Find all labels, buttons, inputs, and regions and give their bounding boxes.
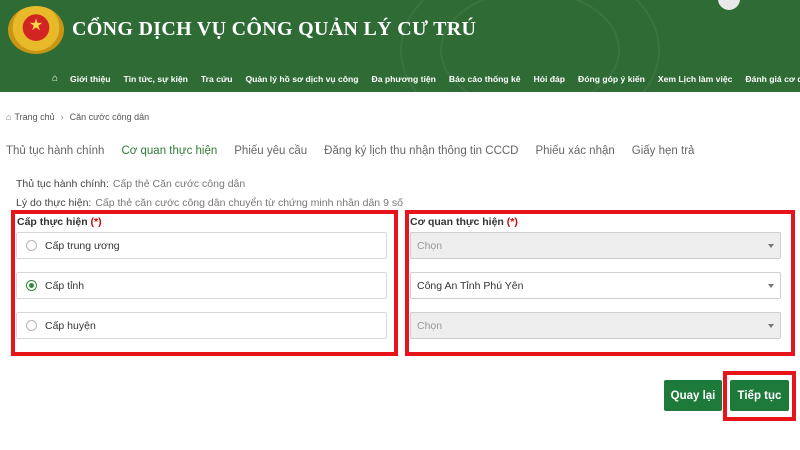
procedure-info: Thủ tục hành chính: Cấp thẻ Căn cước công…: [16, 178, 245, 190]
site-header: ★ CỔNG DỊCH VỤ CÔNG QUẢN LÝ CƯ TRÚ ⌂ Giớ…: [0, 0, 800, 92]
nav-item-tin-tuc[interactable]: Tin tức, sự kiện: [124, 74, 188, 84]
home-icon: ⌂: [6, 112, 12, 122]
tab-co-quan[interactable]: Cơ quan thực hiện: [121, 145, 217, 157]
nav-item-gioi-thieu[interactable]: Giới thiệu: [70, 74, 111, 84]
user-avatar[interactable]: [718, 0, 740, 10]
highlight-frame-agency: [405, 210, 795, 356]
nav-item-hoi-dap[interactable]: Hỏi đáp: [534, 74, 566, 84]
home-icon[interactable]: ⌂: [52, 74, 58, 84]
nav-item-lich-lam-viec[interactable]: Xem Lịch làm việc: [658, 74, 733, 84]
tab-phieu-xac-nhan[interactable]: Phiếu xác nhận: [535, 145, 614, 157]
nav-item-dong-gop[interactable]: Đóng góp ý kiến: [578, 74, 645, 84]
nav-item-bao-cao[interactable]: Báo cáo thống kê: [449, 74, 521, 84]
procedure-value: Cấp thẻ Căn cước công dân: [112, 178, 246, 190]
tab-dang-ky-lich[interactable]: Đăng ký lịch thu nhận thông tin CCCD: [324, 145, 518, 157]
step-tabs: Thủ tục hành chính Cơ quan thực hiện Phi…: [6, 145, 711, 157]
tab-giay-hen[interactable]: Giấy hẹn trả: [632, 145, 695, 157]
main-nav: ⌂ Giới thiệu Tin tức, sự kiện Tra cứu Qu…: [52, 72, 800, 86]
breadcrumb-current: Căn cước công dân: [69, 112, 150, 122]
nav-item-tra-cuu[interactable]: Tra cứu: [201, 74, 233, 84]
reason-value: Cấp thẻ căn cước công dân chuyển từ chứn…: [95, 197, 403, 209]
breadcrumb: ⌂ Trang chủ › Căn cước công dân: [6, 112, 149, 122]
tab-thu-tuc[interactable]: Thủ tục hành chính: [6, 145, 104, 157]
reason-info: Lý do thực hiện: Cấp thẻ căn cước công dâ…: [16, 197, 403, 209]
next-button[interactable]: Tiếp tục: [730, 380, 789, 411]
nav-item-danh-gia[interactable]: Đánh giá cơ quan: [745, 74, 800, 84]
police-emblem-icon[interactable]: ★: [8, 6, 64, 54]
highlight-frame-level: [11, 210, 398, 356]
reason-label: Lý do thực hiện:: [16, 197, 92, 209]
procedure-label: Thủ tục hành chính:: [16, 178, 109, 190]
nav-item-da-phuong-tien[interactable]: Đa phương tiện: [372, 74, 436, 84]
chevron-right-icon: ›: [60, 112, 64, 122]
back-button[interactable]: Quay lại: [664, 380, 722, 411]
nav-item-quan-ly-ho-so[interactable]: Quản lý hồ sơ dịch vụ công: [245, 74, 358, 84]
site-title[interactable]: CỔNG DỊCH VỤ CÔNG QUẢN LÝ CƯ TRÚ: [72, 18, 476, 41]
tab-phieu-yeu-cau[interactable]: Phiếu yêu cầu: [234, 145, 307, 157]
breadcrumb-home[interactable]: Trang chủ: [14, 112, 54, 122]
